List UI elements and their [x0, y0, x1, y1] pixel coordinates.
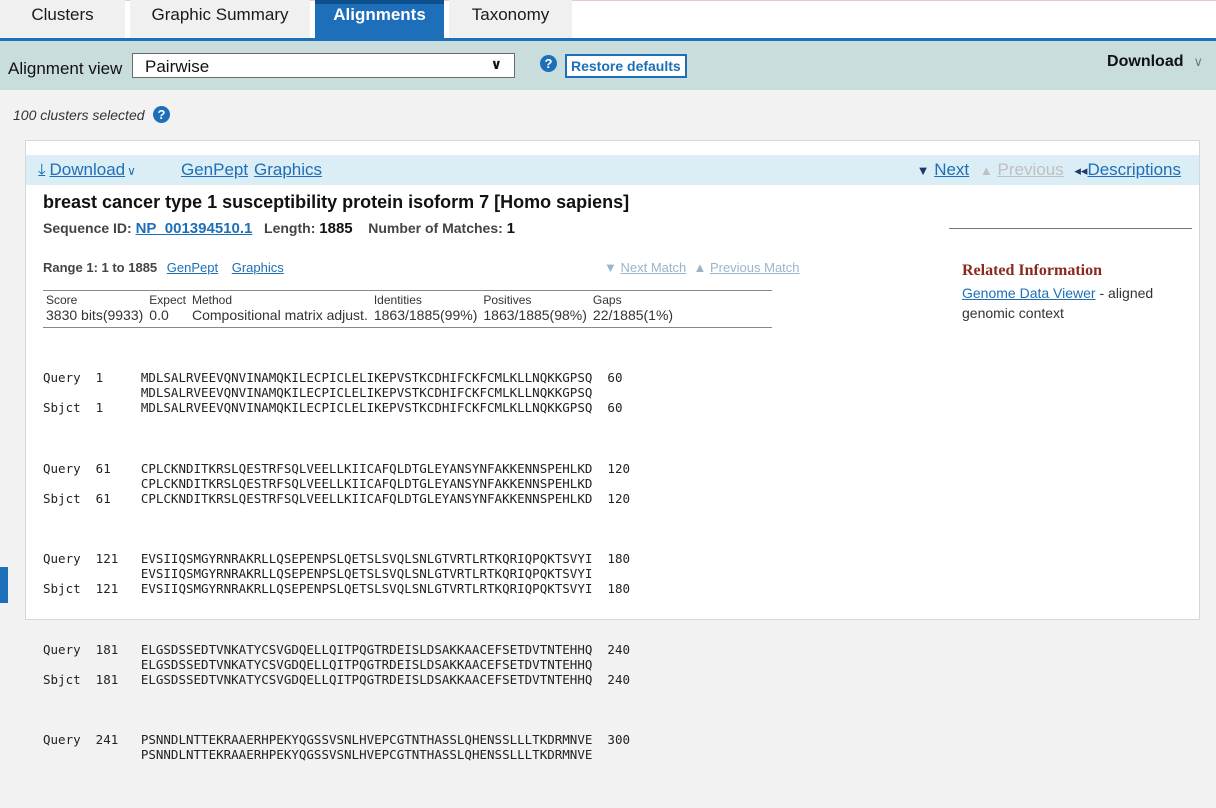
length-label: Length:	[264, 220, 316, 236]
subject-line: Sbjct 181 ELGSDSSEDTVNKATYCSVGDQELLQITPQ…	[43, 671, 630, 687]
tab-alignments[interactable]: Alignments	[315, 0, 444, 38]
matches-value: 1	[506, 220, 516, 237]
alignment-view-value: Pairwise	[145, 57, 210, 76]
feedback-tab[interactable]	[0, 567, 8, 603]
back-arrow-icon: ◂◂	[1074, 163, 1088, 178]
stats-value: 0.0	[149, 307, 169, 323]
stats-header: Score	[46, 293, 78, 307]
chevron-down-icon: ∨	[127, 164, 136, 178]
previous-link[interactable]: Previous	[998, 160, 1064, 179]
down-triangle-icon: ▼	[916, 163, 930, 178]
match-line: ELGSDSSEDTVNKATYCSVGDQELLQITPQGTRDEISLDS…	[43, 656, 593, 672]
alignment-block: Query 241 PSNNDLNTTEKRAAERHPEKYQGSSVSNLH…	[43, 732, 630, 762]
genpept-link[interactable]: GenPept	[181, 160, 248, 180]
stats-value: 1863/1885(99%)	[373, 307, 478, 323]
up-triangle-icon: ▲	[979, 163, 993, 178]
result-navbar: ⤓ Download ∨ GenPept Graphics ▼ Next ▲ Pre…	[26, 155, 1199, 185]
previous-match-link[interactable]: Previous Match	[710, 260, 800, 275]
sequence-title: breast cancer type 1 susceptibility prot…	[43, 192, 630, 212]
clusters-selected-text: 100 clusters selected	[13, 107, 145, 123]
restore-defaults-button[interactable]: Restore defaults	[565, 54, 687, 78]
alignment-view-label: Alignment view	[8, 59, 123, 78]
stats-value: 22/1885(1%)	[592, 307, 674, 323]
stats-value: 3830 bits(9933)	[46, 307, 144, 323]
genome-data-viewer-link[interactable]: Genome Data Viewer	[962, 285, 1096, 301]
match-line: EVSIIQSMGYRNRAKRLLQSEPENPSLQETSLSVQLSNLG…	[43, 566, 593, 581]
stats-header: Gaps	[592, 293, 622, 307]
next-link[interactable]: Next	[934, 160, 969, 179]
stats-header: Expect	[149, 293, 186, 307]
pairwise-alignment: Query 1 MDLSALRVEEVQNVINAMQKILECPICLELIK…	[43, 340, 630, 808]
alignment-block: Query 61 CPLCKNDITKRSLQESTRFSQLVEELLKIIC…	[43, 461, 630, 506]
alignment-block: Query 1 MDLSALRVEEVQNVINAMQKILECPICLELIK…	[43, 370, 630, 415]
tab-taxonomy[interactable]: Taxonomy	[449, 0, 572, 38]
range-graphics-link[interactable]: Graphics	[232, 260, 284, 275]
divider	[949, 228, 1192, 229]
tab-graphic-summary[interactable]: Graphic Summary	[130, 0, 310, 38]
stats-value: 1863/1885(98%)	[483, 307, 587, 323]
match-navigation: ▼ Next Match ▲ Previous Match	[604, 260, 800, 275]
sequence-id-link[interactable]: NP_001394510.1	[136, 220, 253, 237]
stats-value: Compositional matrix adjust.	[191, 307, 368, 323]
stats-header-row: Score Expect Method Identities Positives…	[43, 291, 676, 307]
tab-bar: Clusters Graphic Summary Alignments Taxo…	[0, 0, 1216, 40]
range-label: Range 1: 1 to 1885	[43, 260, 158, 275]
query-line: Query 181 ELGSDSSEDTVNKATYCSVGDQELLQITPQ…	[43, 641, 630, 657]
chevron-down-icon: ∨	[490, 56, 502, 72]
range-header: Range 1: 1 to 1885 GenPept Graphics	[43, 260, 284, 275]
query-line: Query 1 MDLSALRVEEVQNVINAMQKILECPICLELIK…	[43, 370, 623, 385]
stats-header: Positives	[483, 293, 532, 307]
stats-bottom-rule	[43, 327, 772, 328]
tab-clusters[interactable]: Clusters	[0, 0, 125, 38]
descriptions-link[interactable]: Descriptions	[1087, 160, 1181, 179]
sequence-id-label: Sequence ID:	[43, 220, 132, 236]
stats-header: Identities	[373, 293, 422, 307]
query-line: Query 61 CPLCKNDITKRSLQESTRFSQLVEELLKIIC…	[43, 460, 630, 476]
next-match-link[interactable]: Next Match	[620, 260, 686, 275]
alignment-view-select[interactable]: Pairwise ∨	[132, 53, 515, 78]
related-text: Genome Data Viewer - aligned genomic con…	[962, 283, 1192, 323]
matches-label: Number of Matches:	[368, 220, 503, 236]
related-heading: Related Information	[962, 262, 1102, 279]
download-menu-label: Download	[1107, 53, 1184, 70]
help-icon[interactable]: ?	[540, 55, 557, 72]
subject-line: Sbjct 1 MDLSALRVEEVQNVINAMQKILECPICLELIK…	[43, 400, 623, 415]
graphics-link[interactable]: Graphics	[254, 160, 322, 180]
help-icon[interactable]: ?	[153, 106, 170, 123]
match-line: CPLCKNDITKRSLQESTRFSQLVEELLKIICAFQLDTGLE…	[43, 475, 593, 491]
download-icon: ⤓	[38, 160, 46, 179]
subject-line: Sbjct 121 EVSIIQSMGYRNRAKRLLQSEPENPSLQET…	[43, 581, 630, 596]
alignment-result-panel: ⤓ Download ∨ GenPept Graphics ▼ Next ▲ Pre…	[25, 140, 1200, 762]
length-value: 1885	[319, 220, 353, 237]
subject-line: Sbjct 61 CPLCKNDITKRSLQESTRFSQLVEELLKIIC…	[43, 490, 630, 506]
alignment-stats-table: Score Expect Method Identities Positives…	[43, 291, 676, 323]
chevron-down-icon: ∨	[1193, 54, 1203, 69]
stats-header: Method	[191, 293, 233, 307]
result-download-button[interactable]: ⤓ Download ∨	[38, 160, 136, 180]
download-menu[interactable]: Download ∨	[1107, 53, 1203, 71]
alignment-block: Query 121 EVSIIQSMGYRNRAKRLLQSEPENPSLQET…	[43, 551, 630, 596]
match-line: PSNNDLNTTEKRAAERHPEKYQGSSVSNLHVEPCGTNTHA…	[43, 747, 593, 762]
query-line: Query 121 EVSIIQSMGYRNRAKRLLQSEPENPSLQET…	[43, 551, 630, 566]
match-line: MDLSALRVEEVQNVINAMQKILECPICLELIKEPVSTKCD…	[43, 385, 593, 400]
alignment-block: Query 181 ELGSDSSEDTVNKATYCSVGDQELLQITPQ…	[43, 642, 630, 687]
sequence-info: Sequence ID: NP_001394510.1 Length: 1885…	[43, 220, 515, 237]
stats-value-row: 3830 bits(9933) 0.0 Compositional matrix…	[43, 307, 676, 323]
result-pager: ▼ Next ▲ Previous ◂◂Descriptions	[917, 160, 1181, 180]
query-line: Query 241 PSNNDLNTTEKRAAERHPEKYQGSSVSNLH…	[43, 732, 630, 747]
range-genpept-link[interactable]: GenPept	[167, 260, 218, 275]
related-information: Related Information Genome Data Viewer -…	[962, 262, 1192, 323]
result-download-label: Download	[49, 160, 126, 179]
alignment-toolbar: Alignment view Pairwise ∨ ? Restore defa…	[0, 38, 1216, 90]
